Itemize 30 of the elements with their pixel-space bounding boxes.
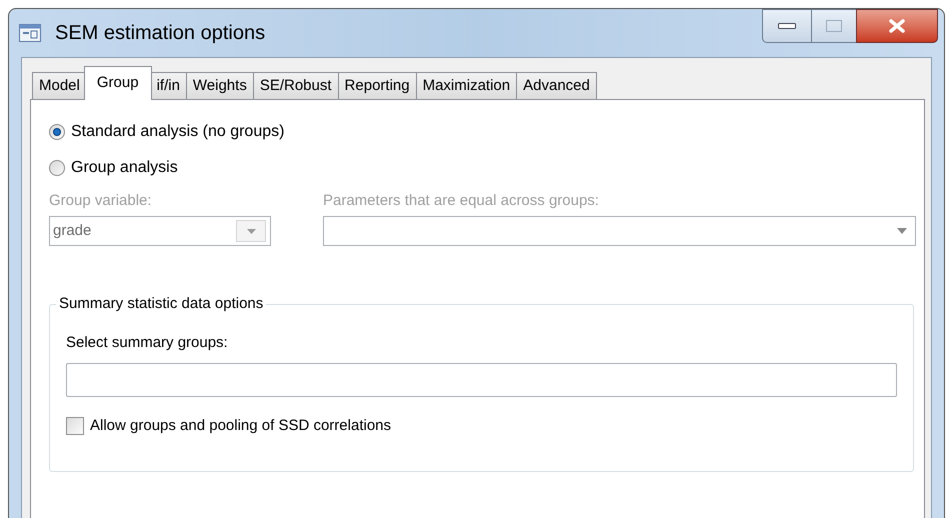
tab[interactable]: Maximization (416, 72, 518, 100)
maximize-button[interactable] (812, 9, 856, 43)
dropdown-arrow-icon (897, 228, 907, 234)
radio-label: Group analysis (71, 158, 178, 178)
radio-button[interactable] (49, 124, 65, 140)
minimize-button[interactable] (762, 9, 812, 43)
close-icon (888, 19, 906, 33)
field-label: Select summary groups: (66, 333, 229, 353)
checkbox-label: Allow groups and pooling of SSD correlations (90, 416, 392, 436)
dropdown-arrow-icon (246, 228, 256, 234)
dropdown-value: grade (53, 220, 92, 241)
window-title: SEM estimation options (55, 21, 266, 46)
close-button[interactable] (856, 9, 938, 43)
maximize-icon (826, 20, 842, 32)
checkbox[interactable] (66, 417, 84, 436)
radio-label: Standard analysis (no groups) (71, 122, 284, 142)
minimize-icon (778, 23, 796, 29)
tab[interactable]: Group (84, 66, 152, 100)
group-box-title: Summary statistic data options (56, 294, 266, 314)
window-icon (19, 24, 41, 42)
summary-groups-field[interactable] (66, 363, 897, 397)
tab[interactable]: Weights (186, 72, 254, 100)
tab[interactable]: Advanced (516, 72, 597, 100)
tab[interactable]: Reporting (338, 72, 417, 100)
radio-button[interactable] (49, 160, 65, 176)
field-label: Parameters that are equal across groups: (323, 192, 600, 210)
parameters-dropdown[interactable] (323, 216, 916, 246)
field-label: Group variable: (49, 192, 153, 210)
tab[interactable]: Model (32, 72, 87, 100)
tab[interactable]: SE/Robust (252, 72, 339, 100)
